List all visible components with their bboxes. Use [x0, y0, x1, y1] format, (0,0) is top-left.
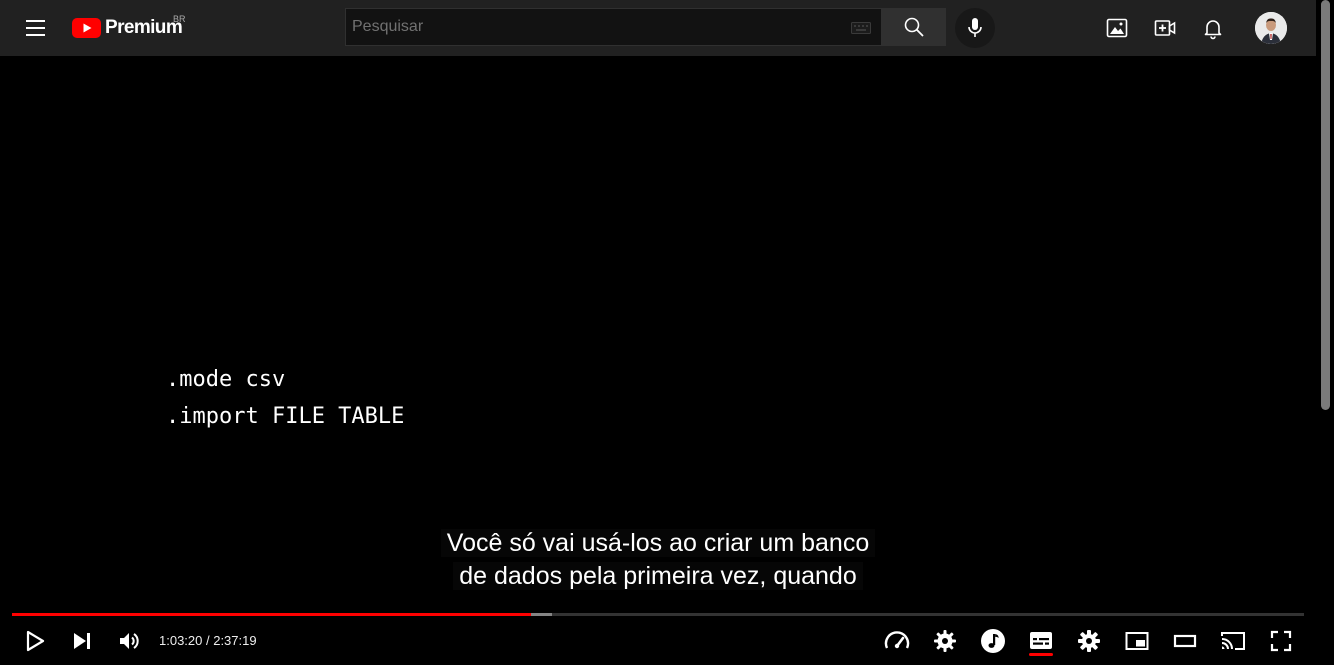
subtitles-button[interactable] [1027, 627, 1055, 655]
progress-bar[interactable] [12, 613, 1304, 616]
fullscreen-icon [1270, 630, 1292, 652]
microphone-icon [968, 18, 982, 37]
subtitles-active-indicator [1029, 653, 1053, 656]
theater-mode-icon [1173, 634, 1197, 648]
video-caption: Você só vai usá-los ao criar um banco de… [0, 527, 1316, 593]
top-bar: Premium BR [0, 0, 1316, 56]
search-input[interactable] [346, 9, 848, 45]
youtube-play-logo-icon [72, 18, 101, 38]
avatar[interactable] [1255, 12, 1287, 44]
next-icon [74, 633, 90, 649]
settings-button[interactable] [1075, 627, 1103, 655]
miniplayer-icon [1125, 632, 1149, 650]
next-button[interactable] [68, 627, 96, 655]
image-button[interactable] [1105, 16, 1129, 40]
logo-wordmark: Premium [105, 17, 183, 38]
search-button[interactable] [882, 8, 946, 46]
virtual-keyboard-icon[interactable] [851, 22, 871, 34]
hamburger-menu-icon [26, 20, 45, 36]
search-box [345, 8, 882, 46]
notifications-button[interactable] [1201, 16, 1225, 40]
volume-icon [120, 633, 139, 649]
caption-line: Você só vai usá-los ao criar um banco [440, 529, 876, 557]
code-line: .mode csv [166, 367, 286, 392]
video-code-text: .mode csv .import FILE TABLE [166, 361, 404, 435]
fullscreen-button[interactable] [1267, 627, 1295, 655]
code-line: .import FILE TABLE [166, 404, 405, 429]
progress-played [12, 613, 532, 616]
create-video-icon [1154, 20, 1176, 36]
profile-photo-icon [1255, 12, 1287, 44]
playback-speed-button[interactable] [883, 627, 911, 655]
miniplayer-button[interactable] [1123, 627, 1151, 655]
guide-menu-button[interactable] [22, 16, 50, 40]
page-scrollbar-thumb[interactable] [1321, 0, 1330, 410]
cast-button[interactable] [1219, 627, 1247, 655]
image-icon [1106, 18, 1128, 38]
youtube-premium-logo[interactable]: Premium BR [72, 14, 186, 42]
music-note-icon [981, 629, 1005, 653]
subtitles-icon [1030, 632, 1052, 649]
settings-icon [1078, 630, 1100, 652]
mute-button[interactable] [115, 627, 143, 655]
time-display: 1:03:20 / 2:37:19 [159, 633, 257, 648]
caption-line: de dados pela primeira vez, quando [453, 562, 863, 590]
settings-gear-icon [934, 630, 956, 652]
country-code: BR [173, 14, 186, 24]
music-button[interactable] [979, 627, 1007, 655]
search-icon [904, 17, 924, 37]
voice-search-button[interactable] [955, 8, 995, 48]
play-button[interactable] [20, 627, 48, 655]
quality-settings-button[interactable] [931, 627, 959, 655]
play-icon [26, 630, 45, 652]
notifications-bell-icon [1204, 20, 1222, 40]
cast-icon [1221, 632, 1245, 650]
create-button[interactable] [1153, 16, 1177, 40]
playback-speed-icon [884, 631, 910, 649]
theater-mode-button[interactable] [1171, 627, 1199, 655]
